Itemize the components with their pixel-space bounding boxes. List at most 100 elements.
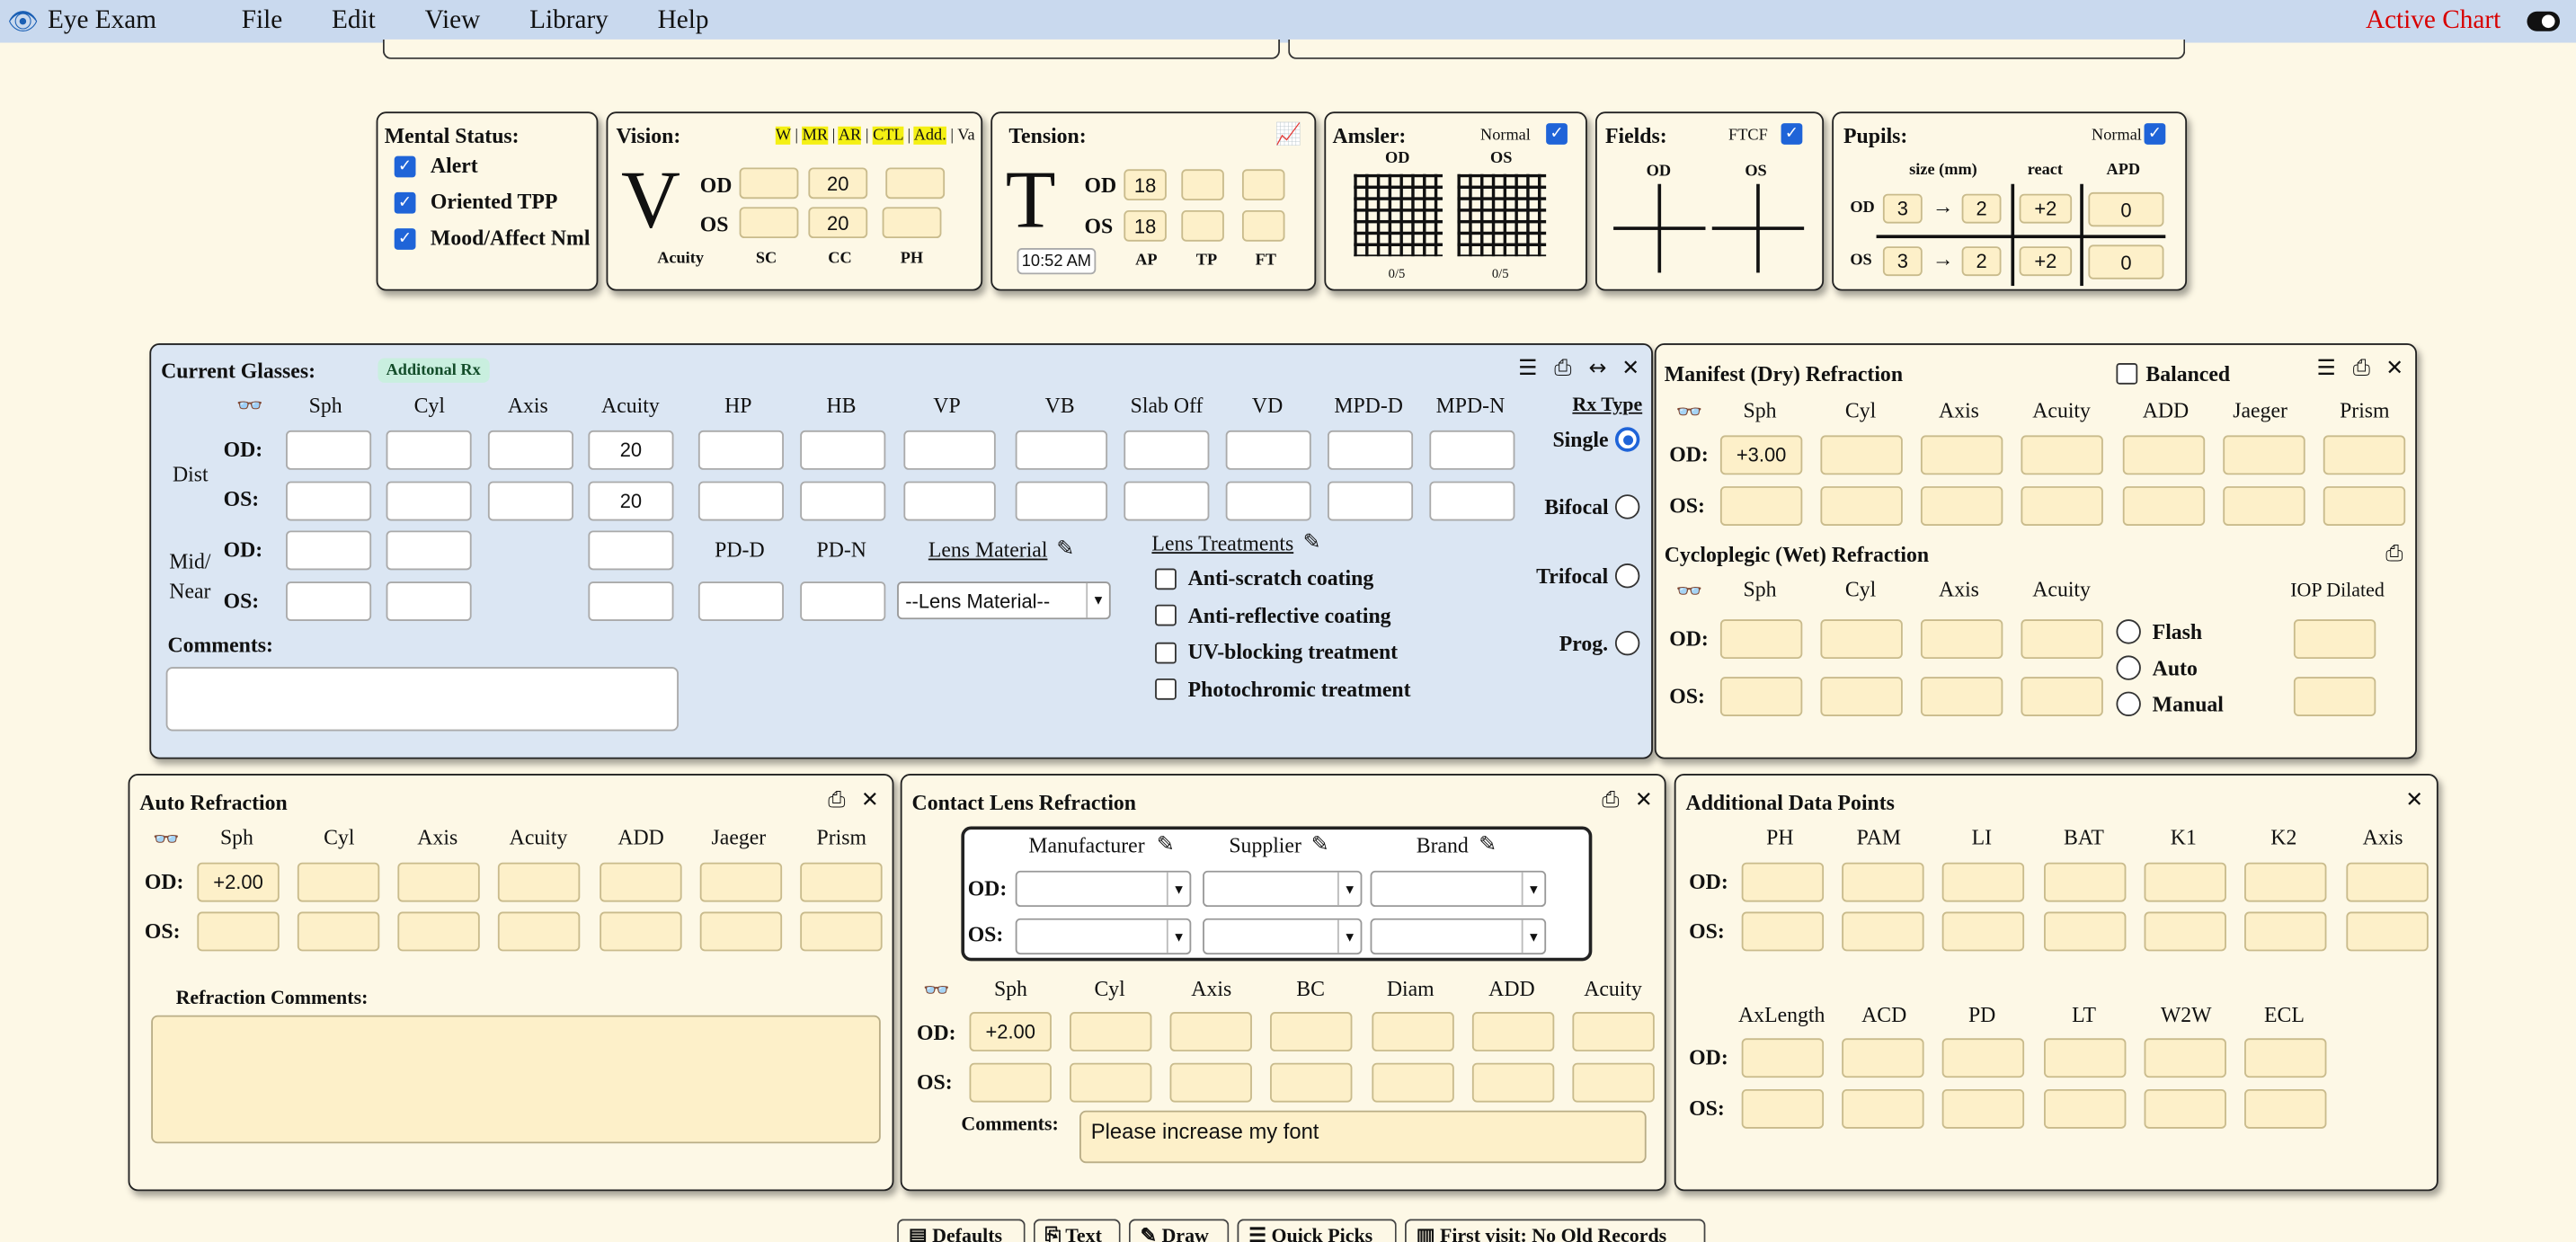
supplier-od-select[interactable]: ▼ bbox=[1203, 870, 1363, 908]
auto-os-prism[interactable] bbox=[800, 911, 883, 952]
tab-first-visit[interactable]: ▥ First visit: No Old Records bbox=[1404, 1219, 1706, 1242]
alert-checkbox[interactable]: ✓ bbox=[394, 155, 416, 178]
close-icon[interactable]: ✕ bbox=[1621, 358, 1639, 382]
near-os-cyl[interactable] bbox=[386, 581, 472, 621]
close-icon[interactable]: ✕ bbox=[861, 789, 879, 813]
vision-od-ph[interactable] bbox=[885, 167, 946, 200]
tension-os-ap[interactable]: 18 bbox=[1124, 209, 1167, 242]
pupils-os-size2[interactable]: 2 bbox=[1961, 246, 2002, 277]
dist-od-hp[interactable] bbox=[697, 430, 784, 470]
adp-os-acd[interactable] bbox=[1842, 1088, 1924, 1129]
tag-va[interactable]: Va bbox=[957, 127, 974, 145]
cl-os-cyl[interactable] bbox=[1070, 1062, 1152, 1103]
tension-od-tp[interactable] bbox=[1181, 169, 1224, 201]
near-os-sph[interactable] bbox=[286, 581, 372, 621]
cyclo-os-acuity[interactable] bbox=[2021, 677, 2103, 717]
adp-od-lt[interactable] bbox=[2044, 1038, 2127, 1078]
adp-od-ecl[interactable] bbox=[2244, 1038, 2327, 1078]
dist-os-mpd-d[interactable] bbox=[1328, 481, 1414, 521]
cyclo-od-cyl[interactable] bbox=[1820, 619, 1903, 660]
adp-od-pd[interactable] bbox=[1941, 1038, 2025, 1078]
pupils-od-size1[interactable]: 3 bbox=[1882, 193, 1923, 224]
cyclo-od-sph[interactable] bbox=[1719, 619, 1803, 660]
rx-bifocal-radio[interactable] bbox=[1614, 494, 1640, 519]
dist-os-slab-off[interactable] bbox=[1124, 481, 1210, 521]
amsler-normal-checkbox[interactable]: ✓ bbox=[1546, 123, 1568, 145]
cyclo-od-axis[interactable] bbox=[1920, 619, 2003, 660]
pencil-icon[interactable]: ✎ bbox=[1056, 538, 1074, 563]
auto-od-cyl[interactable] bbox=[297, 862, 380, 902]
pupils-normal-checkbox[interactable]: ✓ bbox=[2144, 123, 2166, 145]
anti-reflective-checkbox[interactable] bbox=[1155, 604, 1177, 626]
dist-od-vd[interactable] bbox=[1225, 430, 1311, 470]
adp-od-bat[interactable] bbox=[2044, 862, 2127, 902]
adp-os-pam[interactable] bbox=[1842, 911, 1924, 952]
adp-os-ecl[interactable] bbox=[2244, 1088, 2327, 1129]
rx-trifocal-radio[interactable] bbox=[1614, 563, 1640, 589]
manifest-os-jaeger[interactable] bbox=[2223, 486, 2305, 526]
adp-os-axis[interactable] bbox=[2346, 911, 2429, 952]
lens-material-label[interactable]: Lens Material bbox=[928, 537, 1048, 563]
auto-radio[interactable] bbox=[2116, 655, 2141, 680]
manifest-os-add[interactable] bbox=[2122, 486, 2206, 526]
pencil-icon[interactable]: ✎ bbox=[1157, 834, 1175, 858]
cl-os-sph[interactable] bbox=[969, 1062, 1052, 1103]
cl-os-bc[interactable] bbox=[1270, 1062, 1353, 1103]
print-icon[interactable]: ⎙ bbox=[828, 789, 845, 813]
manifest-os-prism[interactable] bbox=[2323, 486, 2406, 526]
tab-text[interactable]: ⎘ Text bbox=[1033, 1219, 1121, 1242]
tag-mr[interactable]: MR bbox=[802, 126, 829, 145]
cyclo-os-cyl[interactable] bbox=[1820, 677, 1903, 717]
cl-od-acuity[interactable] bbox=[1572, 1012, 1655, 1051]
flash-radio[interactable] bbox=[2116, 619, 2141, 644]
menu-help[interactable]: Help bbox=[658, 6, 709, 36]
expand-width-icon[interactable]: ↔ bbox=[1589, 358, 1607, 382]
tab-quick-picks[interactable]: ☰ Quick Picks bbox=[1237, 1219, 1397, 1242]
tension-os-ft[interactable] bbox=[1241, 209, 1285, 242]
cl-os-add[interactable] bbox=[1471, 1062, 1555, 1103]
tension-od-ap[interactable]: 18 bbox=[1124, 169, 1167, 201]
tab-draw[interactable]: ✎ Draw bbox=[1128, 1219, 1230, 1242]
dist-od-mpd-d[interactable] bbox=[1328, 430, 1414, 470]
brand-os-select[interactable]: ▼ bbox=[1370, 918, 1547, 955]
adp-os-bat[interactable] bbox=[2044, 911, 2127, 952]
near-od-cyl[interactable] bbox=[386, 530, 472, 571]
pencil-icon[interactable]: ✎ bbox=[1303, 531, 1321, 555]
amsler-os-grid[interactable] bbox=[1457, 173, 1547, 257]
dist-os-mpd-n[interactable] bbox=[1429, 481, 1515, 521]
cl-od-diam[interactable] bbox=[1372, 1012, 1454, 1051]
pupils-os-react[interactable]: +2 bbox=[2019, 246, 2073, 277]
cyclo-os-sph[interactable] bbox=[1719, 677, 1803, 717]
near-os-acuity[interactable] bbox=[588, 581, 674, 621]
dist-od-vb[interactable] bbox=[1015, 430, 1108, 470]
auto-od-jaeger[interactable] bbox=[699, 862, 783, 902]
manifest-od-cyl[interactable] bbox=[1820, 435, 1903, 475]
dist-od-acuity[interactable]: 20 bbox=[588, 430, 674, 470]
fields-od-cross-h[interactable] bbox=[1613, 226, 1706, 230]
cl-od-cyl[interactable] bbox=[1070, 1012, 1152, 1051]
auto-od-acuity[interactable] bbox=[497, 862, 581, 902]
dist-os-cyl[interactable] bbox=[386, 481, 472, 521]
adp-os-pd[interactable] bbox=[1941, 1088, 2025, 1129]
dist-os-hp[interactable] bbox=[697, 481, 784, 521]
cl-od-bc[interactable] bbox=[1270, 1012, 1353, 1051]
manifest-od-acuity[interactable] bbox=[2021, 435, 2103, 475]
adp-os-li[interactable] bbox=[1941, 911, 2025, 952]
menu-edit[interactable]: Edit bbox=[332, 6, 376, 36]
dist-os-vd[interactable] bbox=[1225, 481, 1311, 521]
adp-od-li[interactable] bbox=[1941, 862, 2025, 902]
supplier-os-select[interactable]: ▼ bbox=[1203, 918, 1363, 955]
tag-ctl[interactable]: CTL bbox=[873, 126, 903, 145]
iop-od-input[interactable] bbox=[2293, 619, 2376, 660]
mood-checkbox[interactable]: ✓ bbox=[394, 228, 416, 250]
dist-od-mpd-n[interactable] bbox=[1429, 430, 1515, 470]
amsler-od-grid[interactable] bbox=[1354, 173, 1443, 257]
dist-od-sph[interactable] bbox=[286, 430, 372, 470]
cl-comments-input[interactable]: Please increase my font bbox=[1079, 1110, 1647, 1164]
adp-od-axis[interactable] bbox=[2346, 862, 2429, 902]
print-icon[interactable]: ⎙ bbox=[1602, 789, 1619, 813]
cl-od-axis[interactable] bbox=[1169, 1012, 1252, 1051]
auto-od-axis[interactable] bbox=[397, 862, 480, 902]
adp-os-w2w[interactable] bbox=[2144, 1088, 2226, 1129]
tension-time[interactable]: 10:52 AM bbox=[1017, 248, 1097, 275]
